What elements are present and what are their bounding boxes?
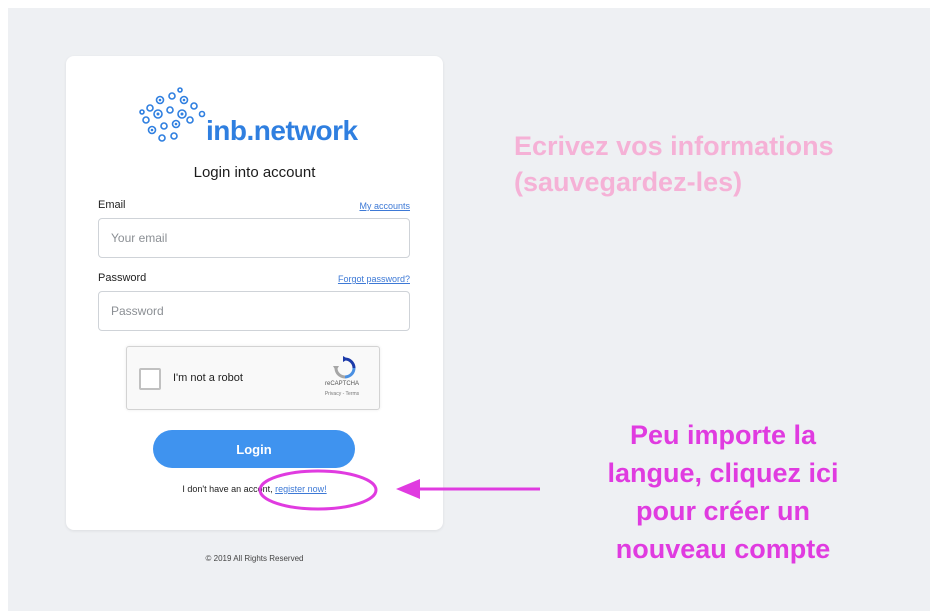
- recaptcha-label: I'm not a robot: [173, 372, 243, 384]
- my-accounts-link[interactable]: My accounts: [359, 201, 410, 211]
- password-field[interactable]: [98, 291, 410, 331]
- annotation-top-line2: (sauvegardez-les): [514, 167, 743, 197]
- password-label: Password: [98, 272, 147, 284]
- brand-name: inb.network: [206, 115, 358, 146]
- annotation-bottom-line4: nouveau compte: [615, 534, 831, 564]
- register-prompt: I don't have an accont, register now!: [66, 484, 443, 494]
- instruction-annotation-bottom: Peu importe la langue, cliquez ici pour …: [568, 416, 878, 568]
- page-title: Login into account: [193, 164, 316, 181]
- annotation-bottom-line1: Peu importe la: [629, 420, 817, 450]
- recaptcha-widget: I'm not a robot reCAPTCHA Privacy - Term…: [126, 346, 380, 410]
- no-account-text: I don't have an acco: [182, 484, 263, 494]
- recaptcha-checkbox[interactable]: [139, 368, 161, 390]
- email-label: Email: [98, 199, 126, 211]
- email-field[interactable]: [98, 218, 410, 258]
- forgot-password-link[interactable]: Forgot password?: [338, 274, 410, 284]
- annotation-bottom-line3: pour créer un: [635, 496, 811, 526]
- recaptcha-brand: reCAPTCHA: [324, 381, 359, 387]
- annotation-bottom-line2: langue, cliquez ici: [607, 458, 839, 488]
- instruction-annotation-top: Ecrivez vos informations (sauvegardez-le…: [514, 128, 834, 200]
- no-account-text-rest: nt,: [262, 484, 276, 494]
- copyright-footer: © 2019 All Rights Reserved: [205, 554, 304, 563]
- recaptcha-logo-icon: [333, 356, 356, 379]
- login-button[interactable]: Login: [153, 430, 355, 468]
- register-link[interactable]: register now!: [275, 484, 327, 494]
- recaptcha-terms: Privacy - Terms: [324, 391, 360, 397]
- annotation-top-line1: Ecrivez vos informations: [514, 131, 834, 161]
